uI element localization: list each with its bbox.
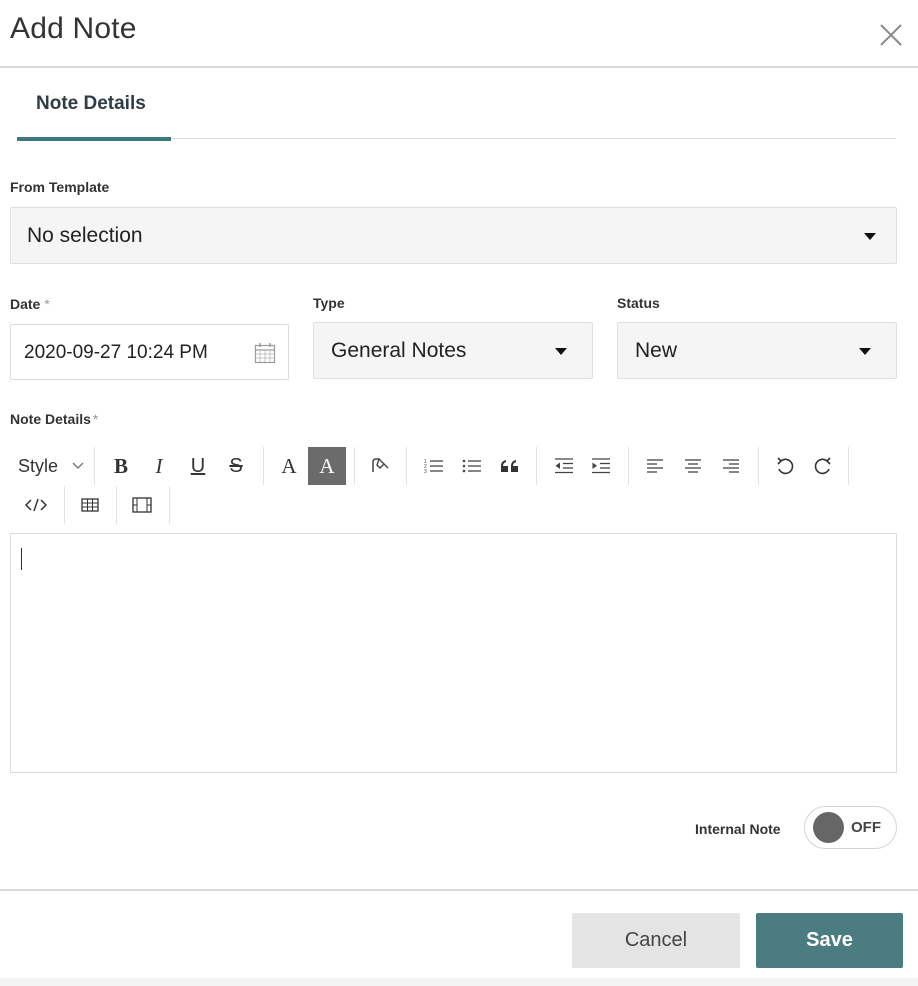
active-tab-indicator <box>17 137 171 141</box>
cancel-button[interactable]: Cancel <box>572 913 740 968</box>
toolbar-divider <box>94 447 95 485</box>
redo-icon <box>814 457 831 475</box>
tab-note-details[interactable]: Note Details <box>17 80 171 142</box>
type-label: Type <box>313 295 345 311</box>
toolbar-divider <box>536 447 537 485</box>
internal-note-label: Internal Note <box>695 821 781 837</box>
format-painter-icon <box>372 457 389 472</box>
table-icon <box>81 498 99 512</box>
chevron-down-icon <box>72 462 84 469</box>
style-dropdown[interactable]: Style <box>14 450 94 482</box>
calendar-icon[interactable] <box>254 342 276 364</box>
chevron-down-icon <box>859 347 871 355</box>
toolbar-divider <box>169 486 170 524</box>
italic-button[interactable]: I <box>146 450 172 482</box>
bullet-list-icon <box>462 459 481 473</box>
toolbar-divider <box>406 447 407 485</box>
note-details-label-text: Note Details <box>10 411 91 427</box>
from-template-value: No selection <box>27 223 143 247</box>
bold-button[interactable]: B <box>108 450 134 482</box>
font-color-button[interactable]: A <box>276 450 302 482</box>
insert-media-button[interactable] <box>128 489 156 521</box>
insert-table-button[interactable] <box>76 489 104 521</box>
toggle-knob <box>813 812 844 843</box>
status-value: New <box>635 338 678 362</box>
dialog-title: Add Note <box>10 12 137 45</box>
required-mark: * <box>44 296 50 312</box>
type-value: General Notes <box>331 338 467 362</box>
numbered-list-icon: 1 2 3 <box>424 459 443 475</box>
internal-note-toggle[interactable]: OFF <box>804 806 897 849</box>
indent-icon <box>592 458 610 474</box>
toolbar-divider <box>628 447 629 485</box>
toolbar-divider <box>263 447 264 485</box>
note-details-editor[interactable] <box>10 533 897 773</box>
blockquote-button[interactable] <box>496 450 524 482</box>
date-input[interactable]: 2020-09-27 10:24 PM <box>10 324 289 380</box>
chevron-down-icon <box>555 347 567 355</box>
text-cursor <box>21 548 22 570</box>
source-code-button[interactable] <box>22 489 50 521</box>
align-right-icon <box>723 459 739 473</box>
undo-button[interactable] <box>771 450 799 482</box>
status-select[interactable]: New <box>617 322 897 379</box>
align-left-button[interactable] <box>642 450 668 482</box>
indent-button[interactable] <box>587 450 615 482</box>
tab-label: Note Details <box>36 93 146 114</box>
bullet-list-button[interactable] <box>458 450 486 482</box>
code-icon <box>25 498 47 512</box>
close-icon[interactable] <box>876 20 906 50</box>
svg-text:3: 3 <box>424 469 427 475</box>
from-template-label: From Template <box>10 179 110 195</box>
format-painter-button[interactable] <box>365 450 395 482</box>
note-details-label: Note Details * <box>10 411 98 427</box>
underline-button[interactable]: U <box>184 450 212 482</box>
toolbar-divider <box>354 447 355 485</box>
type-select[interactable]: General Notes <box>313 322 593 379</box>
strikethrough-button[interactable]: S <box>222 450 250 482</box>
toolbar-divider <box>758 447 759 485</box>
quote-icon <box>501 460 518 472</box>
toolbar-divider <box>64 486 65 524</box>
chevron-down-icon <box>864 232 876 240</box>
align-left-icon <box>647 459 663 473</box>
film-icon <box>132 497 152 513</box>
align-center-button[interactable] <box>680 450 706 482</box>
toolbar-divider <box>848 447 849 485</box>
date-label: Date * <box>10 296 50 312</box>
status-label: Status <box>617 295 660 311</box>
outdent-icon <box>555 458 573 474</box>
toggle-state: OFF <box>851 819 881 836</box>
dialog-header: Add Note <box>0 0 918 68</box>
date-label-text: Date <box>10 296 41 312</box>
numbered-list-button[interactable]: 1 2 3 <box>420 450 448 482</box>
required-mark: * <box>92 411 99 427</box>
align-center-icon <box>685 459 701 473</box>
redo-button[interactable] <box>809 450 837 482</box>
undo-icon <box>777 457 794 475</box>
date-value: 2020-09-27 10:24 PM <box>24 342 208 363</box>
footer-divider <box>0 889 918 891</box>
outdent-button[interactable] <box>550 450 578 482</box>
style-label: Style <box>18 455 59 476</box>
toolbar-divider <box>116 486 117 524</box>
align-right-button[interactable] <box>718 450 744 482</box>
footer-shade <box>0 978 918 986</box>
from-template-select[interactable]: No selection <box>10 207 897 264</box>
save-button[interactable]: Save <box>756 913 903 968</box>
background-color-button[interactable]: A <box>308 447 346 485</box>
